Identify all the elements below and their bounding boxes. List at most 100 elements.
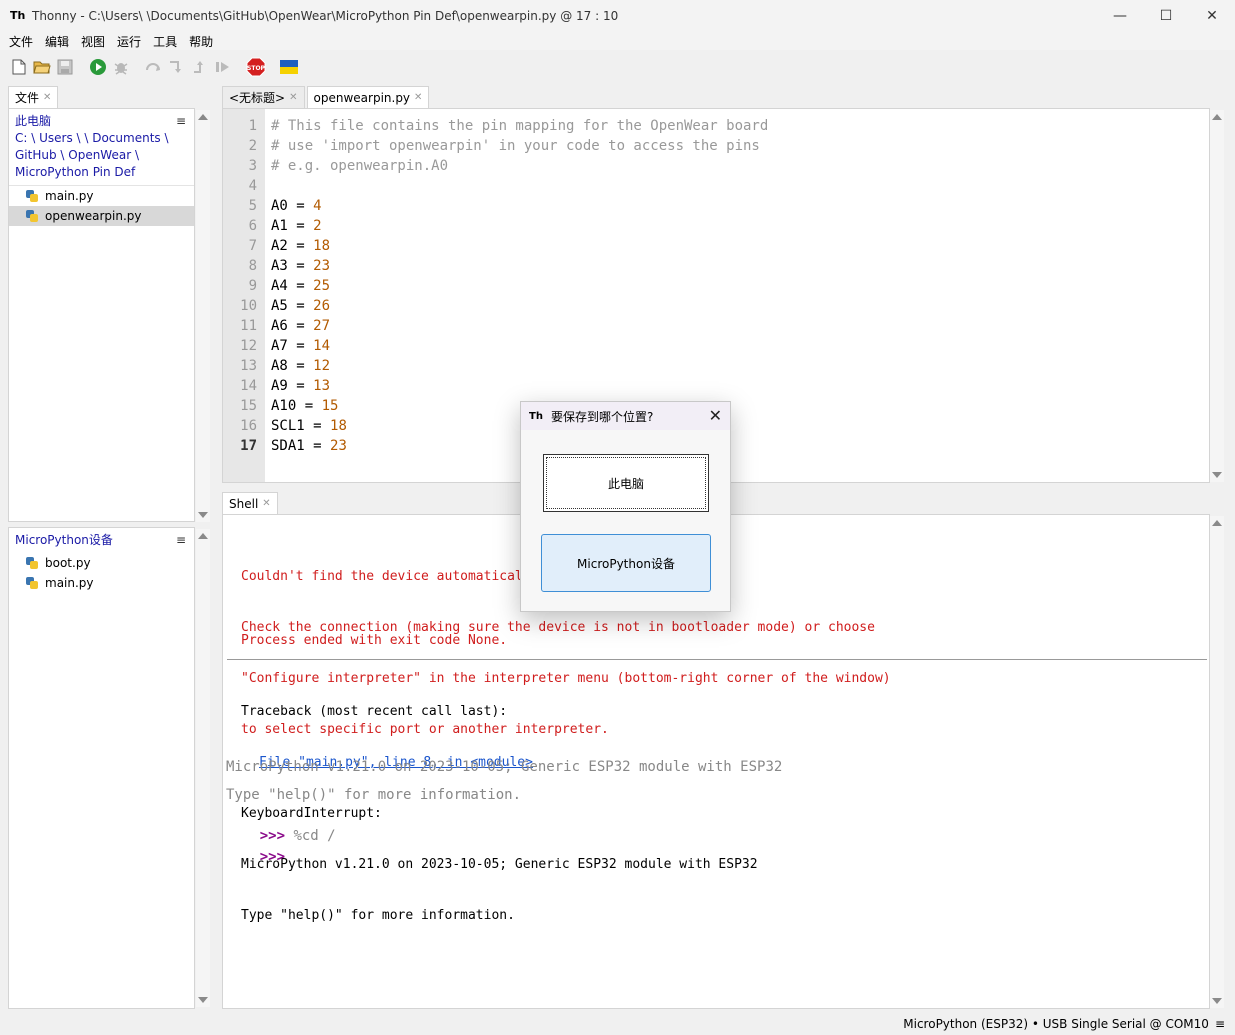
menu-file[interactable]: 文件	[4, 33, 38, 50]
close-tab-icon[interactable]: ✕	[414, 92, 422, 103]
save-file-icon[interactable]	[54, 56, 76, 78]
resume-icon[interactable]	[212, 56, 234, 78]
file-item[interactable]: main.py	[9, 573, 194, 593]
shell-banner-help: Type "help()" for more information.	[226, 787, 522, 803]
code-line[interactable]: 7 A2 = 18	[223, 236, 1209, 256]
file-item-selected[interactable]: openwearpin.py	[9, 206, 194, 226]
close-tab-icon[interactable]: ✕	[262, 498, 270, 509]
code-line[interactable]: 4	[223, 176, 1209, 196]
step-out-icon[interactable]	[189, 56, 211, 78]
pin-name: A8 =	[271, 358, 314, 374]
pin-name: A3 =	[271, 258, 314, 274]
pin-value: 18	[330, 418, 347, 434]
pin-name: A4 =	[271, 278, 314, 294]
step-into-icon[interactable]	[166, 56, 188, 78]
run-icon[interactable]	[87, 56, 109, 78]
line-number: 17	[240, 438, 257, 454]
code-text: # use 'import openwearpin' in your code …	[271, 138, 760, 154]
file-item[interactable]: boot.py	[9, 553, 194, 573]
code-line[interactable]: 12 A7 = 14	[223, 336, 1209, 356]
code-line[interactable]: 10 A5 = 26	[223, 296, 1209, 316]
code-text: # This file contains the pin mapping for…	[271, 118, 769, 134]
interpreter-status[interactable]: MicroPython (ESP32) • USB Single Serial …	[903, 1017, 1209, 1031]
pin-value: 23	[313, 258, 331, 274]
maximize-button[interactable]: ☐	[1143, 0, 1189, 32]
scroll-up-icon[interactable]	[1212, 520, 1222, 526]
line-number: 5	[248, 198, 257, 214]
close-tab-icon[interactable]: ✕	[43, 92, 51, 103]
tab-untitled[interactable]: <无标题> ✕	[222, 86, 305, 108]
line-number: 3	[248, 158, 257, 174]
open-file-icon[interactable]	[31, 56, 53, 78]
device-root-label[interactable]: MicroPython设备	[15, 532, 188, 549]
menu-edit[interactable]: 编辑	[40, 33, 74, 50]
close-window-button[interactable]: ✕	[1189, 0, 1235, 32]
scroll-down-icon[interactable]	[198, 997, 208, 1003]
local-files-scrollbar[interactable]	[196, 110, 210, 522]
scroll-up-icon[interactable]	[1212, 114, 1222, 120]
file-name: boot.py	[45, 556, 91, 570]
panel-menu-icon[interactable]: ≡	[176, 113, 186, 130]
line-number: 6	[248, 218, 257, 234]
scroll-down-icon[interactable]	[198, 512, 208, 518]
menu-run[interactable]: 运行	[112, 33, 146, 50]
tab-openwearpin[interactable]: openwearpin.py ✕	[306, 86, 430, 108]
code-line[interactable]: 8 A3 = 23	[223, 256, 1209, 276]
code-text: SCL1 = 18	[265, 416, 347, 436]
menu-view[interactable]: 视图	[76, 33, 110, 50]
code-line[interactable]: 6 A1 = 2	[223, 216, 1209, 236]
local-files-header: 此电脑 C: \ Users \ \ Documents \ GitHub \ …	[9, 109, 194, 185]
save-to-computer-button[interactable]: 此电脑	[543, 454, 709, 512]
minimize-button[interactable]: —	[1097, 0, 1143, 32]
code-text: A2 = 18	[265, 236, 330, 256]
code-line[interactable]: 1 # This file contains the pin mapping fo…	[223, 116, 1209, 136]
debug-icon[interactable]	[110, 56, 132, 78]
code-line[interactable]: 9 A4 = 25	[223, 276, 1209, 296]
code-line[interactable]: 5 A0 = 4	[223, 196, 1209, 216]
scroll-up-icon[interactable]	[198, 533, 208, 539]
code-line[interactable]: 14 A9 = 13	[223, 376, 1209, 396]
scroll-down-icon[interactable]	[1212, 998, 1222, 1004]
line-number: 4	[248, 178, 257, 194]
scroll-up-icon[interactable]	[198, 114, 208, 120]
menu-tools[interactable]: 工具	[148, 33, 182, 50]
menu-help[interactable]: 帮助	[184, 33, 218, 50]
pin-value: 4	[313, 198, 322, 214]
new-file-icon[interactable]	[8, 56, 30, 78]
status-menu-icon[interactable]: ≡	[1215, 1017, 1225, 1031]
code-line[interactable]: 13 A8 = 12	[223, 356, 1209, 376]
tab-files[interactable]: 文件 ✕	[8, 86, 59, 108]
code-line[interactable]: 2 # use 'import openwearpin' in your code…	[223, 136, 1209, 156]
code-text: A10 = 15	[265, 396, 338, 416]
code-line[interactable]: 11 A6 = 27	[223, 316, 1209, 336]
save-to-device-button[interactable]: MicroPython设备	[541, 534, 711, 592]
pin-value: 18	[313, 238, 331, 254]
pin-value: 23	[330, 438, 347, 454]
code-text: SDA1 = 23	[265, 436, 347, 456]
line-number: 16	[240, 418, 257, 434]
local-path-breadcrumb[interactable]: C: \ Users \ \ Documents \ GitHub \ Open…	[15, 130, 188, 181]
shell-scrollbar[interactable]	[1210, 516, 1224, 1008]
local-root-label[interactable]: 此电脑	[15, 113, 188, 130]
file-item[interactable]: main.py	[9, 186, 194, 206]
close-tab-icon[interactable]: ✕	[289, 92, 297, 103]
shell-command: %cd /	[293, 828, 336, 844]
line-number: 1	[248, 118, 257, 134]
shell-input-line[interactable]: >>>	[226, 832, 285, 883]
pin-name: A7 =	[271, 338, 314, 354]
ukraine-flag-icon[interactable]	[278, 56, 300, 78]
pin-name: SCL1 =	[271, 418, 331, 434]
close-dialog-icon[interactable]: ✕	[709, 406, 722, 425]
shell-banner-version: MicroPython v1.21.0 on 2023-10-05; Gener…	[226, 759, 783, 775]
pin-value: 12	[313, 358, 331, 374]
svg-text:STOP: STOP	[247, 65, 266, 72]
device-files-scrollbar[interactable]	[196, 529, 210, 1007]
panel-menu-icon[interactable]: ≡	[176, 532, 186, 549]
tab-shell[interactable]: Shell ✕	[222, 492, 278, 514]
line-number: 13	[240, 358, 257, 374]
editor-scrollbar[interactable]	[1210, 110, 1224, 482]
stop-icon[interactable]: STOP	[245, 56, 267, 78]
code-line[interactable]: 3 # e.g. openwearpin.A0	[223, 156, 1209, 176]
scroll-down-icon[interactable]	[1212, 472, 1222, 478]
step-over-icon[interactable]	[143, 56, 165, 78]
